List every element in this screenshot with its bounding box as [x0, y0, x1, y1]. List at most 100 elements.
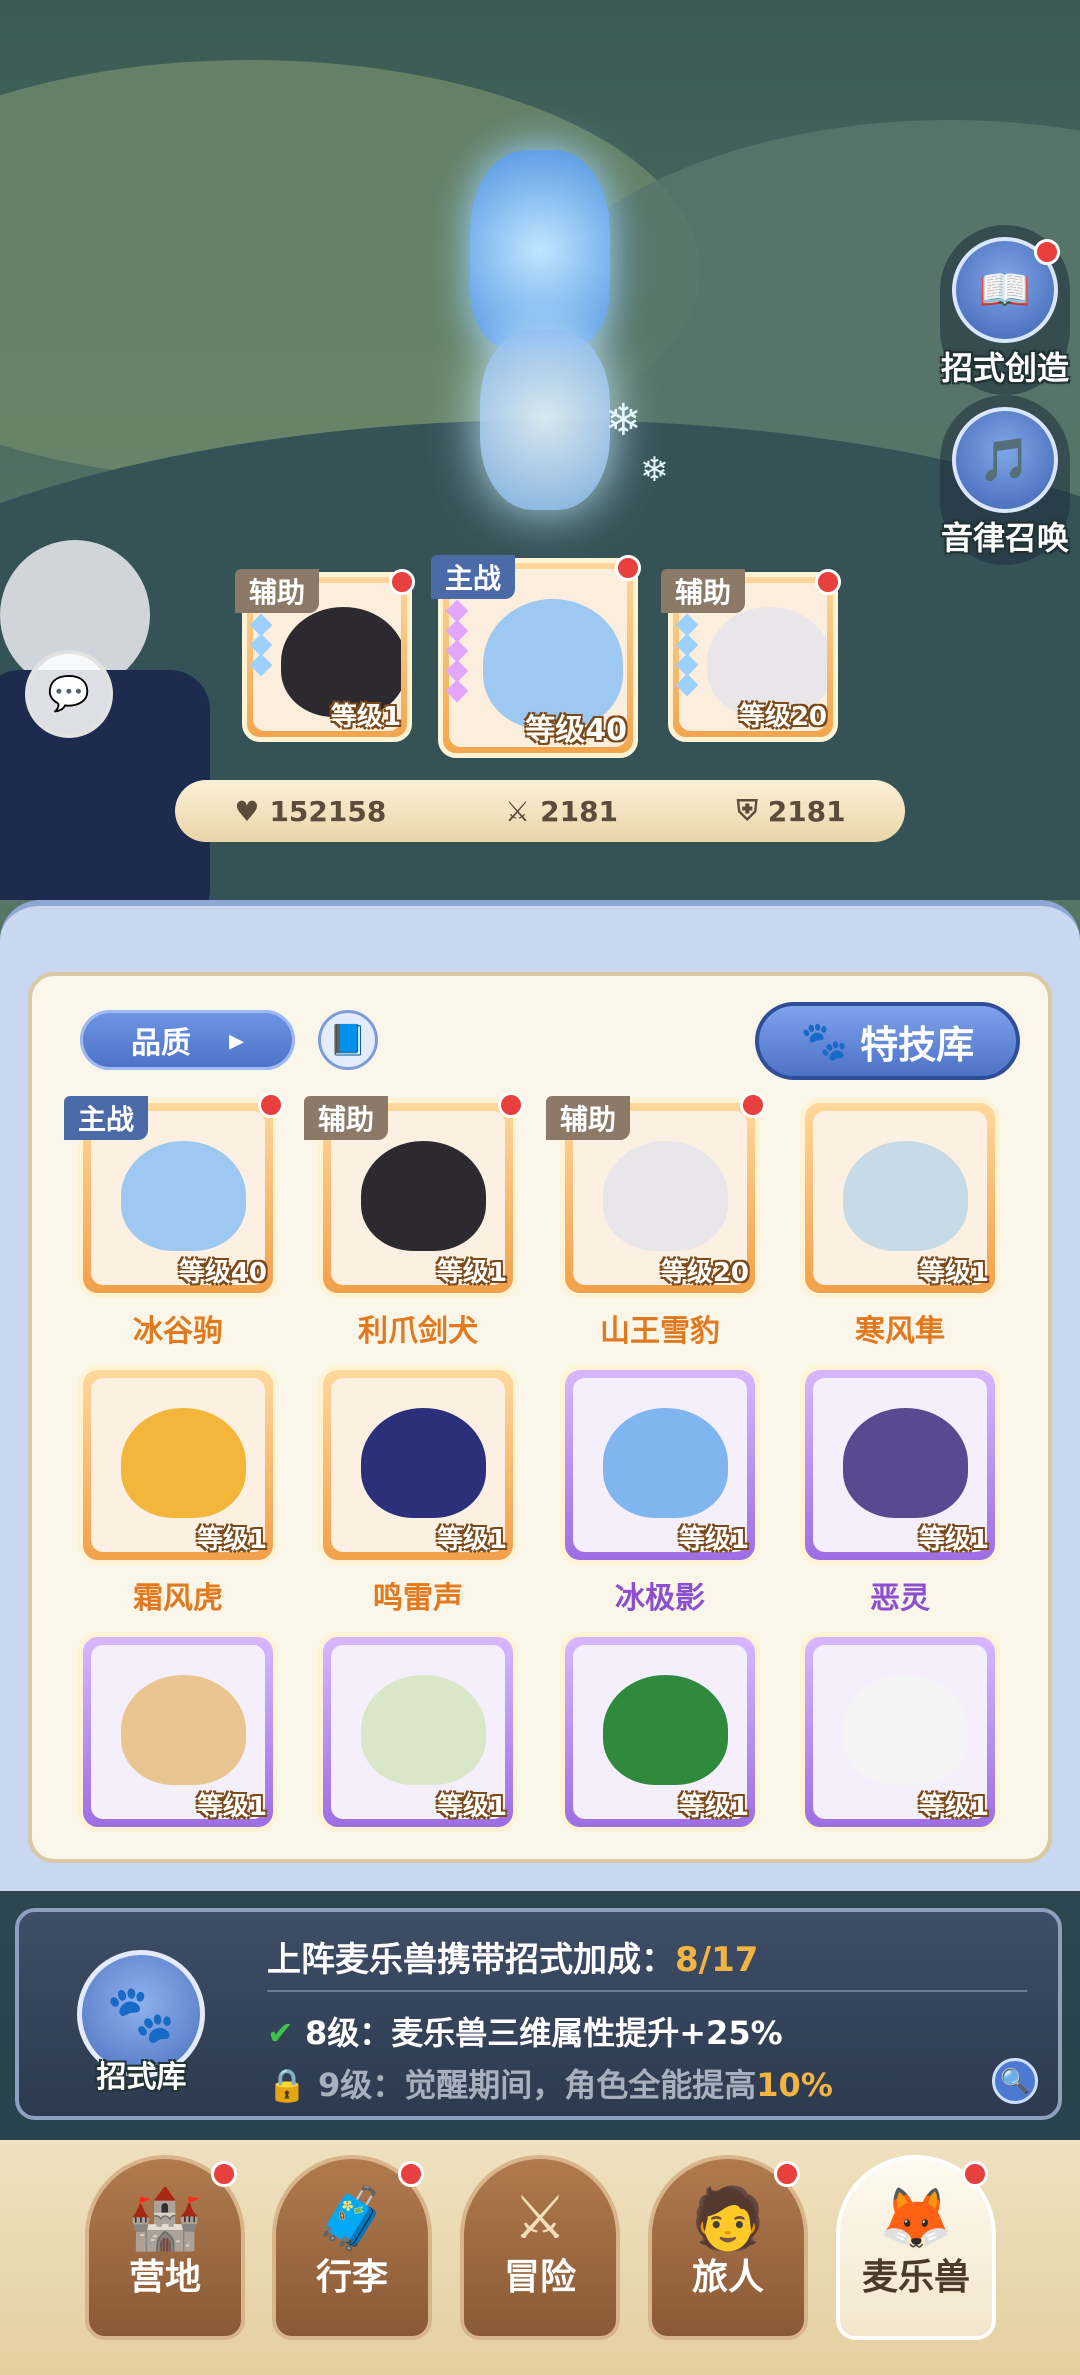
pet-name: 寒风隼 [855, 1314, 945, 1349]
nav-castle[interactable]: 🏰 营地 [85, 2155, 245, 2340]
codex-button[interactable]: 📘 [318, 1010, 378, 1070]
pet-card[interactable]: 等级1 [800, 1632, 1000, 1832]
role-tag: 辅助 [546, 1096, 631, 1140]
check-icon: ✔ [267, 2014, 294, 2052]
traveler-icon: 🧑 [690, 2184, 766, 2254]
level-label: 等级1 [678, 1525, 749, 1555]
defense-value: 2181 [767, 794, 846, 828]
team-stats-bar: ♥ 152158 ⚔ 2181 ⛨ 2181 [175, 780, 905, 842]
lock-icon: 🔒 [267, 2066, 307, 2104]
level-label: 等级1 [436, 1525, 507, 1555]
pet-portrait [361, 1141, 486, 1251]
pet-card[interactable]: 等级1 恶灵 [800, 1365, 1000, 1617]
pet-card[interactable]: 等级20 辅助山王雪豹 [546, 1092, 766, 1350]
level-label: 等级1 [918, 1792, 989, 1822]
nav-label: 行李 [315, 2257, 388, 2298]
notification-dot [815, 569, 841, 595]
crossed-swords-icon: ⚔ [505, 794, 531, 828]
tutorial-book-icon: 📖 [978, 265, 1032, 314]
pet-card[interactable]: 等级1 [318, 1632, 518, 1832]
lyre-icon: 🎵 [978, 435, 1032, 484]
pet-card[interactable]: 等级1 寒风隼 [800, 1098, 1000, 1350]
nav-label: 冒险 [503, 2257, 576, 2298]
nav-traveler[interactable]: 🧑 旅人 [648, 2155, 808, 2340]
main-tag: 主战 [431, 555, 516, 599]
level-label: 等级1 [918, 1258, 989, 1288]
pet-name: 霜风虎 [133, 1581, 223, 1616]
team-slot-main[interactable]: 主战 等级40 [431, 555, 641, 758]
level-label: 等级1 [330, 702, 401, 732]
level-label: 等级40 [178, 1258, 267, 1288]
role-tag: 主战 [64, 1096, 149, 1140]
skill-create-button[interactable]: 📖 招式创造 [940, 225, 1070, 395]
pet-name: 山王雪豹 [600, 1314, 720, 1349]
notification-dot [211, 2161, 237, 2187]
support-tag: 辅助 [235, 569, 320, 613]
heart-icon: ♥ [234, 794, 260, 828]
pet-card[interactable]: 等级1 鸣雷声 [318, 1365, 518, 1617]
bonus-count: 8/17 [675, 1940, 759, 1980]
nav-fox[interactable]: 🦊 麦乐兽 [836, 2155, 996, 2340]
pet-card[interactable]: 等级1 冰极影 [560, 1365, 760, 1617]
level-label: 等级1 [196, 1792, 267, 1822]
pet-card[interactable]: 等级1 [78, 1632, 278, 1832]
nav-bag[interactable]: 🧳 行李 [272, 2155, 432, 2340]
skill-library-button[interactable]: 🐾 特技库 [755, 1002, 1020, 1080]
notification-dot [615, 555, 641, 581]
nav-label: 麦乐兽 [861, 2257, 970, 2298]
level-label: 等级20 [738, 702, 827, 732]
pet-name: 恶灵 [870, 1581, 930, 1616]
notification-dot [962, 2161, 988, 2187]
team-slot-support-1[interactable]: 辅助 等级1 [235, 569, 415, 742]
notification-dot [498, 1092, 524, 1118]
castle-icon: 🏰 [127, 2184, 203, 2254]
game-scene-background: ❄ ❄ 💬 [0, 0, 1080, 900]
pet-portrait [843, 1408, 968, 1518]
bonus-title: 上阵麦乐兽携带招式加成：8/17 [267, 1940, 759, 1980]
bag-icon: 🧳 [314, 2184, 390, 2254]
sort-arrow-icon: ▸ [228, 1022, 245, 1058]
pet-name: 冰谷驹 [133, 1314, 223, 1349]
pet-card[interactable]: 等级1 [560, 1632, 760, 1832]
book-icon: 📘 [329, 1022, 367, 1058]
pet-portrait [121, 1408, 246, 1518]
bonus-row-unlocked: ✔ 8级：麦乐兽三维属性提升+25% [267, 2014, 783, 2052]
pet-card[interactable]: 等级1 霜风虎 [78, 1365, 278, 1617]
paw-icon: 🐾 [106, 1982, 176, 2047]
chat-icon: 💬 [47, 674, 91, 714]
support-tag: 辅助 [661, 569, 746, 613]
nav-swords[interactable]: ⚔ 冒险 [460, 2155, 620, 2340]
pet-portrait [603, 1675, 728, 1785]
pet-portrait [843, 1675, 968, 1785]
bonus-row-locked: 🔒 9级：觉醒期间，角色全能提高10% [267, 2066, 833, 2104]
pet-portrait [121, 1675, 246, 1785]
notification-dot [389, 569, 415, 595]
level-label: 等级1 [918, 1525, 989, 1555]
level-label: 等级20 [660, 1258, 749, 1288]
chat-bubble-button[interactable]: 💬 [25, 650, 113, 738]
pet-name: 冰极影 [615, 1581, 705, 1616]
level-label: 等级40 [525, 713, 627, 748]
paw-icon: 🐾 [800, 1018, 849, 1063]
zoom-details-button[interactable]: 🔍 [992, 2058, 1038, 2104]
nav-label: 旅人 [691, 2257, 764, 2298]
team-slot-support-2[interactable]: 辅助 等级20 [661, 569, 841, 742]
pet-name: 鸣雷声 [373, 1581, 463, 1616]
notification-dot [1034, 239, 1060, 265]
pet-portrait [121, 1141, 246, 1251]
melody-summon-button[interactable]: 🎵 音律召唤 [940, 395, 1070, 565]
notification-dot [398, 2161, 424, 2187]
pet-portrait [361, 1408, 486, 1518]
level-label: 等级1 [436, 1258, 507, 1288]
notification-dot [740, 1092, 766, 1118]
skill-bonus-panel: 🐾 招式库 上阵麦乐兽携带招式加成：8/17 ✔ 8级：麦乐兽三维属性提升+25… [15, 1908, 1062, 2120]
level-label: 等级1 [196, 1525, 267, 1555]
hp-value: 152158 [269, 794, 387, 828]
notification-dot [774, 2161, 800, 2187]
pet-card[interactable]: 等级1 辅助 利爪剑犬 [304, 1092, 524, 1350]
quality-sort-button[interactable]: 品质 ▸ [80, 1010, 295, 1070]
swords-icon: ⚔ [513, 2183, 567, 2253]
snowflake-icon: ❄ [605, 395, 642, 446]
shield-icon: ⛨ [736, 794, 758, 827]
pet-card[interactable]: 等级40 主战冰谷驹 [64, 1092, 284, 1350]
